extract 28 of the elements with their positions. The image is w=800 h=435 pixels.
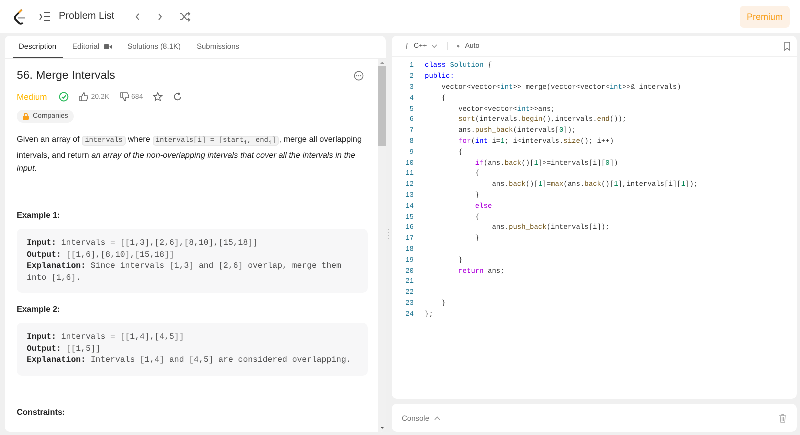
chevron-down-icon bbox=[431, 44, 438, 48]
problem-list-link[interactable]: Problem List bbox=[59, 11, 115, 22]
bookmark-icon[interactable] bbox=[784, 42, 791, 50]
difficulty-label: Medium bbox=[17, 92, 48, 102]
trash-icon[interactable] bbox=[779, 414, 787, 422]
list-icon[interactable] bbox=[39, 12, 51, 22]
chevron-right-icon bbox=[156, 12, 163, 20]
code-icon bbox=[405, 42, 409, 50]
chevron-left-icon bbox=[134, 12, 141, 20]
example-heading: Example 1: bbox=[17, 211, 62, 220]
constraints-heading: Constraints: bbox=[17, 408, 66, 417]
example-heading: Example 2: bbox=[17, 305, 62, 314]
logo-icon[interactable] bbox=[13, 8, 27, 24]
example-block: Input: intervals = [[1,3],[2,6],[8,10],[15,18]] Output: [[1,6],[8,10],[15,18]] Explanation: Since intervals [1,3] and [2,6] overlap, merge them into [1,6]. bbox=[17, 229, 368, 294]
example-block: Input: intervals = [[1,4],[4,5]] Output: [[1,5]] Explanation: Intervals [1,4] and [4,5] are considered overlapping. bbox=[17, 323, 368, 376]
thumbs-up-icon bbox=[79, 92, 90, 102]
refresh-icon[interactable] bbox=[173, 92, 184, 102]
dot-icon bbox=[457, 44, 460, 48]
more-icon[interactable] bbox=[354, 71, 364, 81]
scrollbar-thumb[interactable] bbox=[378, 66, 386, 146]
star-icon[interactable] bbox=[153, 92, 164, 102]
chevron-up-icon bbox=[434, 416, 441, 420]
lock-icon bbox=[23, 113, 29, 120]
shuffle-icon[interactable] bbox=[178, 12, 191, 22]
drag-handle-icon[interactable] bbox=[388, 229, 390, 239]
thumbs-down-icon bbox=[120, 92, 130, 102]
problem-title: 56. Merge Intervals bbox=[17, 70, 116, 82]
scroll-down-icon[interactable] bbox=[380, 426, 384, 430]
